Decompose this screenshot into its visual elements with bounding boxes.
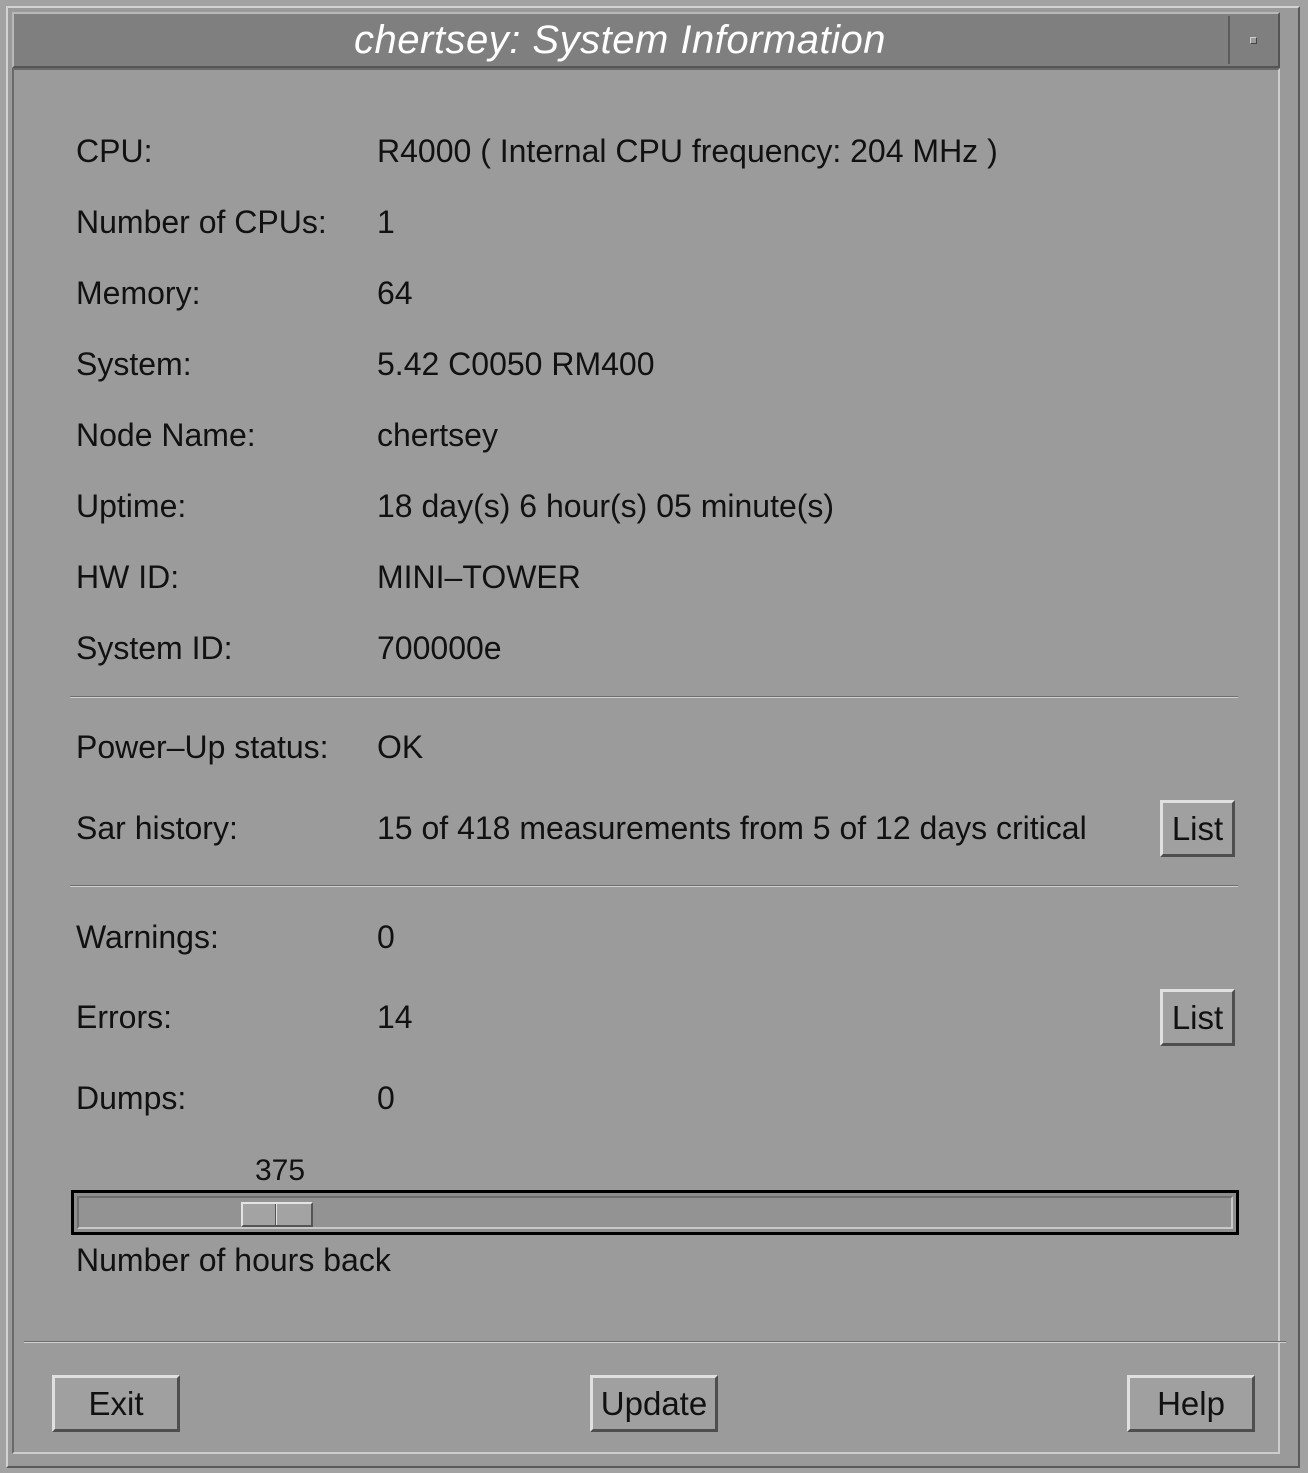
info-label: CPU: [76, 133, 153, 169]
warnings-label: Warnings: [76, 919, 219, 955]
hours-slider-value: 375 [255, 1154, 306, 1187]
window-menu-icon [1249, 36, 1257, 44]
info-label: Memory: [76, 275, 201, 311]
warnings-value: 0 [377, 919, 395, 955]
window-title: chertsey: System Information [354, 18, 886, 62]
slider-thumb[interactable] [241, 1202, 313, 1227]
exit-button[interactable]: Exit [52, 1375, 180, 1432]
info-value: MINI–TOWER [377, 559, 581, 595]
separator [70, 885, 1238, 887]
errors-label: Errors: [76, 999, 172, 1035]
help-button[interactable]: Help [1127, 1375, 1255, 1432]
footer-separator [24, 1341, 1286, 1343]
info-value: 700000e [377, 630, 502, 666]
update-button[interactable]: Update [590, 1375, 718, 1432]
sar-history-label: Sar history: [76, 810, 238, 846]
info-value: 18 day(s) 6 hour(s) 05 minute(s) [377, 488, 835, 524]
title-bar[interactable]: chertsey: System Information [12, 12, 1280, 68]
separator [70, 696, 1238, 698]
hours-slider[interactable] [71, 1190, 1239, 1235]
window-menu-button[interactable] [1228, 16, 1276, 64]
slider-thumb-grip [275, 1204, 277, 1225]
info-label: System ID: [76, 630, 233, 666]
errors-value: 14 [377, 999, 413, 1035]
info-label: HW ID: [76, 559, 180, 595]
powerup-status-label: Power–Up status: [76, 729, 329, 765]
info-value: chertsey [377, 417, 498, 453]
hours-slider-caption: Number of hours back [76, 1242, 391, 1278]
slider-trough[interactable] [77, 1196, 1233, 1229]
sar-history-value: 15 of 418 measurements from 5 of 12 days… [377, 810, 1087, 846]
info-label: Uptime: [76, 488, 187, 524]
info-value: 1 [377, 204, 395, 240]
errors-list-button[interactable]: List [1160, 989, 1235, 1046]
info-label: Node Name: [76, 417, 256, 453]
info-value: R4000 ( Internal CPU frequency: 204 MHz … [377, 133, 998, 169]
info-value: 64 [377, 275, 413, 311]
info-label: Number of CPUs: [76, 204, 327, 240]
powerup-status-value: OK [377, 729, 424, 765]
info-value: 5.42 C0050 RM400 [377, 346, 655, 382]
sar-list-button[interactable]: List [1160, 800, 1235, 857]
dumps-value: 0 [377, 1080, 395, 1116]
dumps-label: Dumps: [76, 1080, 187, 1116]
info-label: System: [76, 346, 192, 382]
